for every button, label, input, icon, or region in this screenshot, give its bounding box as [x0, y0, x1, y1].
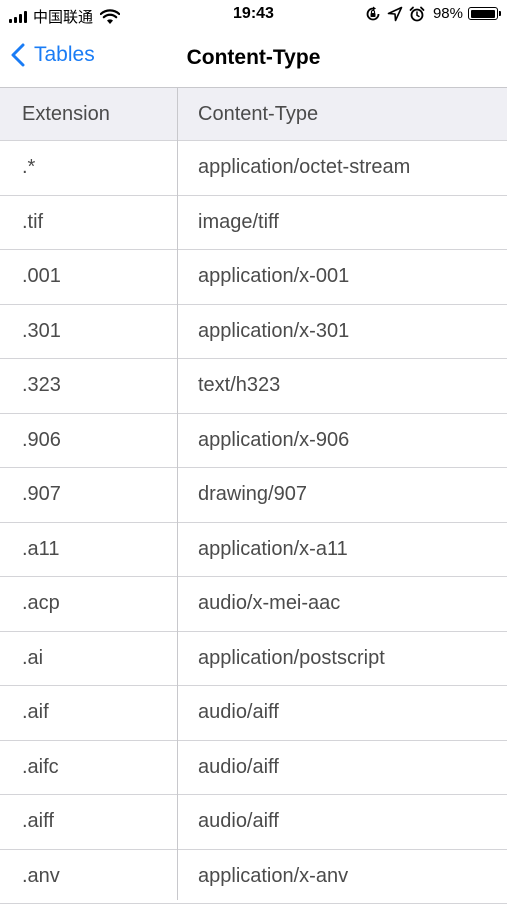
cell-extension: .acp: [22, 577, 60, 631]
navigation-bar: Tables Content-Type: [0, 30, 507, 88]
table-row[interactable]: .301 application/x-301: [0, 305, 507, 360]
battery-percentage: 98%: [433, 5, 463, 22]
table-row[interactable]: .906 application/x-906: [0, 414, 507, 469]
battery-icon: [468, 7, 498, 20]
cell-content-type: application/octet-stream: [198, 141, 410, 195]
battery-level: [471, 10, 496, 18]
column-header-content-type: Content-Type: [198, 88, 318, 140]
cell-content-type: application/x-301: [198, 305, 349, 359]
table-row[interactable]: .323 text/h323: [0, 359, 507, 414]
cell-content-type: text/h323: [198, 359, 280, 413]
cell-content-type: application/x-a11: [198, 523, 348, 577]
alarm-icon: [409, 6, 425, 22]
table-row[interactable]: .acp audio/x-mei-aac: [0, 577, 507, 632]
table-header-row: Extension Content-Type: [0, 88, 507, 141]
cell-content-type: image/tiff: [198, 196, 279, 250]
content-type-table: Extension Content-Type .* application/oct…: [0, 88, 507, 904]
cell-content-type: audio/aiff: [198, 741, 279, 795]
cell-extension: .ai: [22, 632, 43, 686]
cell-content-type: drawing/907: [198, 468, 307, 522]
cell-content-type: application/x-001: [198, 250, 349, 304]
cell-extension: .anv: [22, 850, 60, 904]
cell-extension: .906: [22, 414, 61, 468]
orientation-lock-icon: [365, 6, 381, 22]
cell-extension: .301: [22, 305, 61, 359]
table-row[interactable]: .anv application/x-anv: [0, 850, 507, 904]
cell-extension: .aifc: [22, 741, 59, 795]
location-icon: [387, 6, 403, 22]
table-row[interactable]: .a11 application/x-a11: [0, 523, 507, 578]
cell-extension: .aif: [22, 686, 49, 740]
cell-content-type: application/postscript: [198, 632, 385, 686]
cell-content-type: application/x-906: [198, 414, 349, 468]
table-row[interactable]: .tif image/tiff: [0, 196, 507, 251]
table-row[interactable]: .907 drawing/907: [0, 468, 507, 523]
table-row[interactable]: .ai application/postscript: [0, 632, 507, 687]
table-row[interactable]: .aiff audio/aiff: [0, 795, 507, 850]
cell-extension: .*: [22, 141, 35, 195]
column-header-extension: Extension: [22, 88, 110, 140]
cell-extension: .tif: [22, 196, 43, 250]
table-row[interactable]: .aifc audio/aiff: [0, 741, 507, 796]
column-divider: [177, 88, 178, 900]
status-bar: 中国联通 19:43 98%: [0, 0, 507, 30]
cell-content-type: application/x-anv: [198, 850, 348, 904]
table-row[interactable]: .001 application/x-001: [0, 250, 507, 305]
cell-extension: .001: [22, 250, 61, 304]
cell-content-type: audio/aiff: [198, 686, 279, 740]
cell-extension: .323: [22, 359, 61, 413]
status-right: 98%: [359, 5, 498, 22]
cell-content-type: audio/aiff: [198, 795, 279, 849]
table-row[interactable]: .* application/octet-stream: [0, 141, 507, 196]
table-row[interactable]: .aif audio/aiff: [0, 686, 507, 741]
cell-content-type: audio/x-mei-aac: [198, 577, 340, 631]
cell-extension: .aiff: [22, 795, 54, 849]
cell-extension: .a11: [22, 523, 59, 577]
page-title: Content-Type: [0, 46, 507, 70]
cell-extension: .907: [22, 468, 61, 522]
